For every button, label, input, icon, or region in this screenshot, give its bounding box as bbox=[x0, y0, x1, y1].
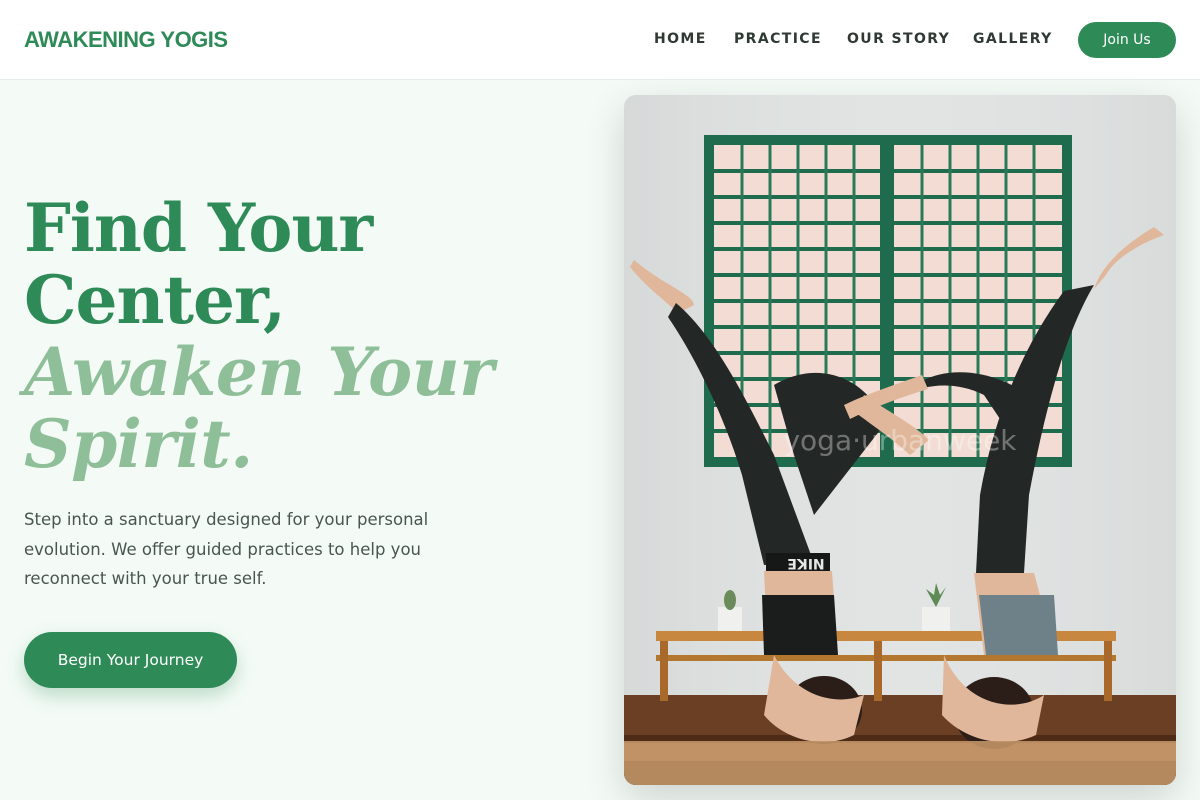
nav-home[interactable]: HOME bbox=[654, 31, 707, 47]
join-us-button[interactable]: Join Us bbox=[1078, 22, 1176, 58]
nav-our-story[interactable]: OUR STORY bbox=[847, 31, 950, 47]
headline-line-1: Find Your bbox=[24, 189, 373, 267]
nav-practice[interactable]: PRACTICE bbox=[734, 31, 822, 47]
headline-line-3: Awaken Your bbox=[24, 333, 494, 411]
headline-line-2: Center, bbox=[24, 261, 286, 339]
hero-headline: Find Your Center, Awaken Your Spirit. bbox=[24, 192, 584, 480]
begin-journey-button[interactable]: Begin Your Journey bbox=[24, 632, 237, 688]
waistband-logo: NIKE bbox=[787, 555, 824, 571]
hero-photo: yoga·urbanweek NIKE bbox=[624, 95, 1176, 785]
image-watermark: yoga·urbanweek bbox=[783, 424, 1017, 457]
headline-line-4: Spirit. bbox=[24, 405, 253, 483]
nav-gallery[interactable]: GALLERY bbox=[973, 31, 1053, 47]
brand-logo[interactable]: AWAKENING YOGIS bbox=[24, 27, 228, 53]
hero-description: Step into a sanctuary designed for your … bbox=[24, 510, 429, 588]
site-header: AWAKENING YOGIS HOME PRACTICE OUR STORY … bbox=[0, 0, 1200, 80]
